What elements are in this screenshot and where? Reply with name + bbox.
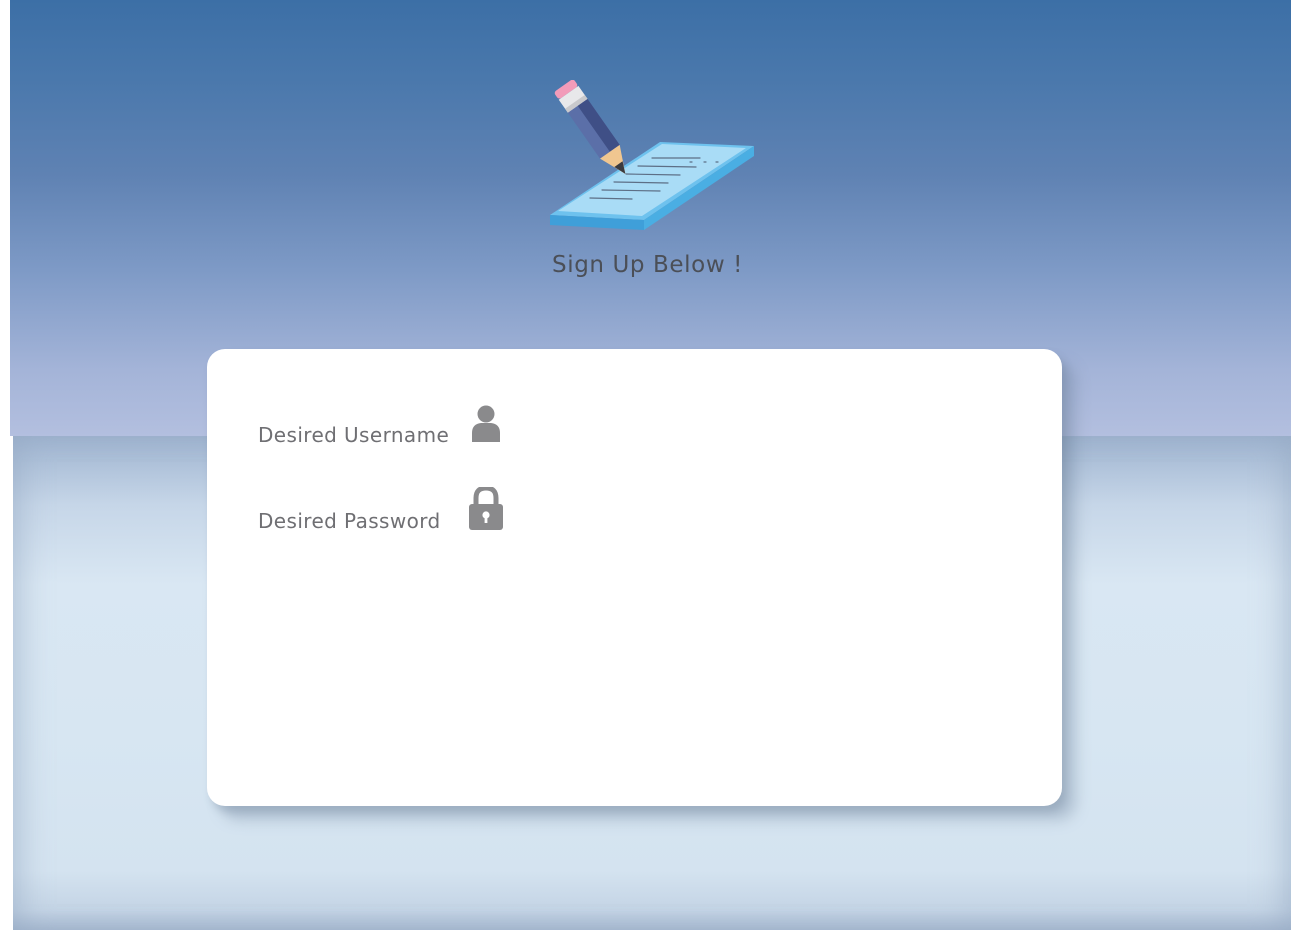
- signup-form-card: Desired Username Desired Password: [207, 349, 1062, 806]
- lock-icon: [469, 487, 503, 530]
- page-frame: Sign Up Below ! Desired Username Desired…: [0, 0, 1291, 930]
- pencil-notepad-icon: [550, 80, 754, 230]
- page-title: Sign Up Below !: [552, 252, 743, 278]
- username-label: Desired Username: [258, 423, 450, 447]
- user-icon: [472, 405, 500, 442]
- password-label: Desired Password: [258, 509, 441, 533]
